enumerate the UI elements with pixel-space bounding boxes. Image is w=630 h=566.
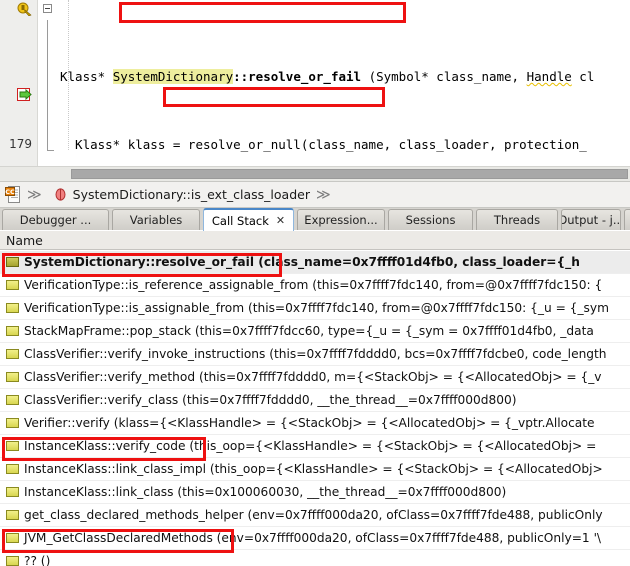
stack-frame-icon	[6, 303, 19, 313]
code-text: Klass* SystemDictionary::resolve_or_fail…	[60, 68, 594, 85]
code-lines[interactable]: Klass* SystemDictionary::resolve_or_fail…	[0, 0, 630, 166]
line-number: 179	[9, 137, 32, 151]
stack-frame-label: get_class_declared_methods_helper (env=0…	[24, 508, 603, 522]
line-number	[0, 68, 32, 85]
code-token-squiggle: Handle	[526, 69, 572, 84]
code-text: Klass* klass = resolve_or_null(class_nam…	[60, 137, 587, 152]
stack-frame-label: InstanceKlass::link_class (this=0x100060…	[24, 485, 507, 499]
stack-frame-icon	[6, 395, 19, 405]
tab-threads[interactable]: Threads	[476, 209, 558, 230]
call-stack-list[interactable]: SystemDictionary::resolve_or_fail (class…	[0, 251, 630, 566]
call-stack-row-6[interactable]: ClassVerifier::verify_class (this=0x7fff…	[0, 389, 630, 412]
breadcrumb-separator-icon: ≫	[27, 186, 42, 203]
call-stack-row-10[interactable]: InstanceKlass::link_class (this=0x100060…	[0, 481, 630, 504]
close-icon[interactable]: ✕	[276, 214, 285, 227]
tab-label: Debugger ...	[19, 213, 92, 227]
call-stack-column-header[interactable]: Name	[0, 230, 630, 250]
stack-frame-icon	[6, 556, 19, 566]
stack-frame-icon	[6, 372, 19, 382]
call-stack-row-12[interactable]: JVM_GetClassDeclaredMethods (env=0x7ffff…	[0, 527, 630, 550]
stack-frame-icon	[6, 464, 19, 474]
call-stack-row-11[interactable]: get_class_declared_methods_helper (env=0…	[0, 504, 630, 527]
call-stack-row-1[interactable]: VerificationType::is_reference_assignabl…	[0, 274, 630, 297]
code-line-179[interactable]: 179 Klass* klass = resolve_or_null(class…	[0, 136, 630, 153]
stack-frame-label: InstanceKlass::verify_code (this_oop={<K…	[24, 439, 597, 453]
tab-label: Sessions	[405, 213, 456, 227]
call-stack-row-2[interactable]: VerificationType::is_assignable_from (th…	[0, 297, 630, 320]
tab-label: Call Stack	[211, 213, 269, 228]
call-stack-row-3[interactable]: StackMapFrame::pop_stack (this=0x7ffff7f…	[0, 320, 630, 343]
code-token-post: (Symbol* class_name,	[361, 69, 527, 84]
call-stack-row-13[interactable]: ?? ()	[0, 550, 630, 566]
stack-frame-icon	[6, 326, 19, 336]
stack-frame-label: ClassVerifier::verify_invoke_instruction…	[24, 347, 607, 361]
tab-overflow[interactable]	[624, 209, 630, 230]
call-stack-row-8[interactable]: InstanceKlass::verify_code (this_oop={<K…	[0, 435, 630, 458]
code-token-highlight: SystemDictionary	[112, 69, 234, 84]
stack-frame-label: VerificationType::is_assignable_from (th…	[24, 301, 609, 315]
code-token-pre: Klass*	[60, 69, 113, 84]
code-editor[interactable]: Klass* SystemDictionary::resolve_or_fail…	[0, 0, 630, 166]
tab-label: Threads	[493, 213, 541, 227]
stack-frame-label: InstanceKlass::link_class_impl (this_oop…	[24, 462, 603, 476]
stack-frame-label: ClassVerifier::verify_method (this=0x7ff…	[24, 370, 602, 384]
breadcrumb[interactable]: CC ≫ SystemDictionary::is_ext_class_load…	[0, 181, 630, 208]
tab-expressions[interactable]: Expression...	[297, 209, 385, 230]
stack-frame-icon	[6, 487, 19, 497]
stack-frame-icon	[6, 533, 19, 543]
tab-output[interactable]: Output - j...	[561, 209, 621, 230]
stack-frame-icon	[6, 510, 19, 520]
stack-frame-icon	[6, 257, 19, 267]
stack-frame-icon	[6, 280, 19, 290]
editor-horizontal-scrollbar[interactable]	[0, 166, 630, 181]
code-line-signature[interactable]: Klass* SystemDictionary::resolve_or_fail…	[0, 68, 630, 85]
debugger-tab-bar[interactable]: Debugger ... Variables Call Stack ✕ Expr…	[0, 208, 630, 231]
code-token-tail: cl	[571, 69, 595, 84]
tab-sessions[interactable]: Sessions	[388, 209, 473, 230]
stack-frame-label: Verifier::verify (klass={<KlassHandle> =…	[24, 416, 595, 430]
column-header-name: Name	[6, 232, 43, 248]
stack-frame-label: SystemDictionary::resolve_or_fail (class…	[24, 255, 580, 269]
ide-debugger-window: Klass* SystemDictionary::resolve_or_fail…	[0, 0, 630, 566]
stack-frame-label: StackMapFrame::pop_stack (this=0x7ffff7f…	[24, 324, 594, 338]
call-stack-row-5[interactable]: ClassVerifier::verify_method (this=0x7ff…	[0, 366, 630, 389]
breadcrumb-separator-icon-2: ≫	[315, 186, 331, 203]
call-stack-row-7[interactable]: Verifier::verify (klass={<KlassHandle> =…	[0, 412, 630, 435]
svg-text:CC: CC	[5, 188, 15, 196]
method-icon	[55, 188, 66, 201]
scrollbar-thumb[interactable]	[71, 169, 628, 179]
tab-debugger[interactable]: Debugger ...	[2, 209, 109, 230]
scrollbar-corner	[0, 167, 69, 181]
tab-call-stack[interactable]: Call Stack ✕	[203, 208, 294, 231]
breadcrumb-method-label[interactable]: SystemDictionary::is_ext_class_loader	[73, 187, 310, 202]
call-stack-row-4[interactable]: ClassVerifier::verify_invoke_instruction…	[0, 343, 630, 366]
call-stack-row-9[interactable]: InstanceKlass::link_class_impl (this_oop…	[0, 458, 630, 481]
tab-label: Variables	[129, 213, 183, 227]
stack-frame-label: JVM_GetClassDeclaredMethods (env=0x7ffff…	[24, 531, 602, 545]
stack-frame-label: VerificationType::is_reference_assignabl…	[24, 278, 603, 292]
call-stack-row-0[interactable]: SystemDictionary::resolve_or_fail (class…	[0, 251, 630, 274]
stack-frame-label: ClassVerifier::verify_class (this=0x7fff…	[24, 393, 517, 407]
tab-label: Expression...	[304, 213, 378, 227]
tab-label: Output - j...	[561, 213, 621, 227]
stack-frame-icon	[6, 349, 19, 359]
code-token-bold: ::resolve_or_fail	[233, 69, 362, 84]
tab-variables[interactable]: Variables	[112, 209, 200, 230]
stack-frame-icon	[6, 418, 19, 428]
cpp-file-icon[interactable]: CC	[5, 186, 21, 203]
stack-frame-icon	[6, 441, 19, 451]
stack-frame-label: ?? ()	[24, 554, 51, 566]
